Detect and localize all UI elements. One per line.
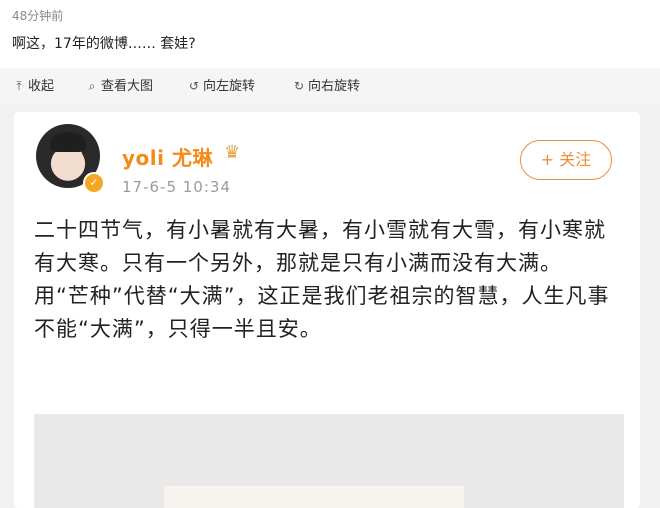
collapse-icon: ⤒ (16, 79, 22, 93)
weibo-image[interactable] (34, 414, 624, 508)
post-header: 48分钟前 啊这，17年的微博…… 套娃? (0, 0, 660, 64)
rotate-right-button[interactable]: ↻ 向右旋转 (292, 77, 360, 95)
view-large-button[interactable]: ⌕ 查看大图 (85, 77, 153, 95)
username[interactable]: yoli 尤琳 (122, 142, 213, 171)
post-time: 48分钟前 (12, 9, 64, 23)
search-icon: ⌕ (88, 79, 96, 93)
verified-badge-icon: ✓ (83, 172, 105, 194)
content-paragraph-1: 二十四节气，有小暑就有大暑，有小雪就有大雪，有小寒就有大寒。只有一个另外，那就是… (34, 218, 606, 275)
avatar-hair (50, 132, 86, 152)
rotate-right-label: 向右旋转 (308, 79, 361, 94)
rotate-left-button[interactable]: ↺ 向左旋转 (187, 77, 255, 95)
post-text: 啊这，17年的微博…… 套娃? (12, 36, 196, 52)
attached-image[interactable]: ✓ yoli 尤琳 ♛ 17-6-5 10:34 + 关注 二十四节气，有小暑就… (0, 104, 660, 508)
follow-button[interactable]: + 关注 (520, 140, 612, 180)
weibo-card: ✓ yoli 尤琳 ♛ 17-6-5 10:34 + 关注 二十四节气，有小暑就… (14, 112, 640, 508)
post-date: 17-6-5 10:34 (122, 178, 231, 196)
rotate-left-label: 向左旋转 (203, 79, 256, 94)
view-large-label: 查看大图 (101, 79, 154, 94)
crown-icon: ♛ (224, 142, 241, 163)
weibo-image-content (164, 486, 464, 508)
collapse-label: 收起 (28, 79, 55, 94)
rotate-left-icon: ↺ (188, 79, 200, 93)
image-toolbar: ⤒ 收起 ⌕ 查看大图 ↺ 向左旋转 ↻ 向右旋转 (0, 68, 660, 105)
collapse-button[interactable]: ⤒ 收起 (12, 77, 54, 95)
weibo-content: 二十四节气，有小暑就有大暑，有小雪就有大雪，有小寒就有大寒。只有一个另外，那就是… (34, 214, 624, 346)
content-paragraph-2: 用“芒种”代替“大满”，这正是我们老祖宗的智慧，人生凡事不能“大满”，只得一半且… (34, 284, 610, 341)
rotate-right-icon: ↻ (293, 79, 305, 93)
